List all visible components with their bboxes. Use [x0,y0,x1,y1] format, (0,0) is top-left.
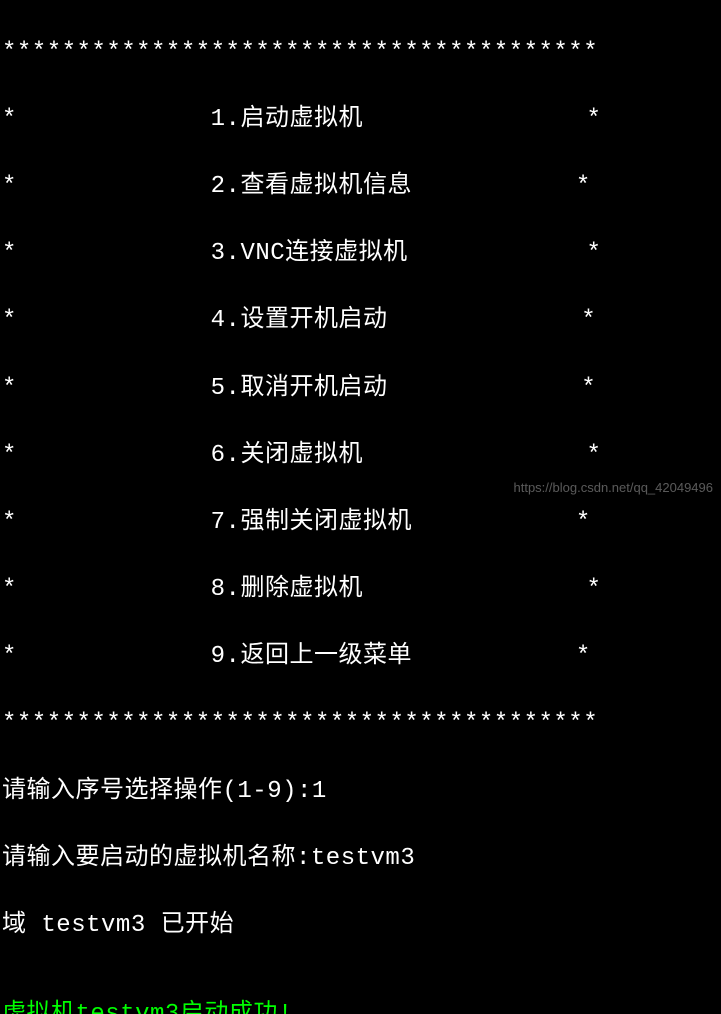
menu-item-9: * 9.返回上一级菜单 * [2,640,721,674]
watermark-text: https://blog.csdn.net/qq_42049496 [514,479,714,497]
input-prompt-vmname: 请输入要启动的虚拟机名称:testvm3 [2,842,721,876]
terminal-output: ****************************************… [2,2,721,1014]
menu-border-top: **************************************** [2,36,721,70]
success-message: 虚拟机testvm3启动成功! [2,998,721,1014]
user-input-choice: 1 [312,778,327,805]
status-line: 域 testvm3 已开始 [2,909,721,943]
menu-item-8: * 8.删除虚拟机 * [2,573,721,607]
menu-item-7: * 7.强制关闭虚拟机 * [2,506,721,540]
menu-item-1: * 1.启动虚拟机 * [2,103,721,137]
user-input-vmname: testvm3 [311,845,415,872]
menu-border-bottom: **************************************** [2,707,721,741]
input-prompt-select: 请输入序号选择操作(1-9):1 [2,775,721,809]
menu-item-4: * 4.设置开机启动 * [2,304,721,338]
menu-item-3: * 3.VNC连接虚拟机 * [2,237,721,271]
menu-item-6: * 6.关闭虚拟机 * [2,439,721,473]
menu-item-5: * 5.取消开机启动 * [2,372,721,406]
menu-item-2: * 2.查看虚拟机信息 * [2,170,721,204]
